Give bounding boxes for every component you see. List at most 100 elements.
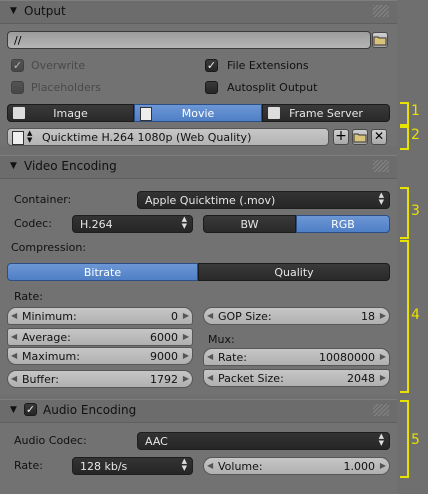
tab-quality[interactable]: Quality: [198, 263, 390, 281]
plus-icon[interactable]: +: [333, 129, 349, 145]
preset-value: Quicktime H.264 1080p (Web Quality): [42, 131, 252, 144]
codec-label: Codec:: [14, 217, 52, 230]
audio-rate-value: 128 kb/s: [80, 460, 128, 473]
file-extensions-label: File Extensions: [227, 59, 309, 72]
decrement-icon[interactable]: ◀: [11, 351, 17, 360]
maximum-label: Maximum:: [22, 350, 80, 363]
folder-icon[interactable]: [352, 129, 368, 145]
up-down-arrows-icon: ▲ ▼: [27, 129, 33, 144]
decrement-icon[interactable]: ◀: [11, 374, 17, 383]
annotation-bracket-2: [400, 126, 409, 150]
increment-icon[interactable]: ▶: [183, 374, 189, 383]
close-icon[interactable]: ✕: [371, 129, 387, 145]
preset-dropdown[interactable]: ▲ ▼ Quicktime H.264 1080p (Web Quality): [7, 128, 329, 146]
tab-quality-label: Quality: [274, 266, 314, 279]
tab-frame-server-label: Frame Server: [289, 107, 363, 120]
up-down-arrows-icon: ▲ ▼: [378, 432, 384, 447]
increment-icon[interactable]: ▶: [183, 351, 189, 360]
bw-button[interactable]: BW: [203, 215, 296, 233]
annotation-number-5: 5: [411, 432, 420, 448]
decrement-icon[interactable]: ◀: [207, 461, 213, 470]
autosplit-label: Autosplit Output: [227, 81, 318, 94]
codec-dropdown[interactable]: H.264 ▲ ▼: [72, 215, 193, 233]
triangle-down-icon: ▼: [10, 405, 17, 415]
increment-icon[interactable]: ▶: [380, 373, 386, 382]
panel-grip-icon[interactable]: [373, 160, 389, 172]
tab-image[interactable]: Image: [7, 104, 134, 122]
panel-grip-icon[interactable]: [373, 5, 389, 17]
up-down-arrows-icon: ▲ ▼: [378, 191, 384, 206]
compression-label: Compression:: [11, 241, 87, 254]
decrement-icon[interactable]: ◀: [207, 311, 213, 320]
minimum-field[interactable]: ◀ Minimum: 0 ▶: [7, 307, 193, 325]
output-panel-header[interactable]: ▼ Output: [0, 0, 397, 24]
increment-icon[interactable]: ▶: [380, 352, 386, 361]
audio-codec-value: AAC: [145, 435, 168, 448]
video-encoding-header[interactable]: ▼ Video Encoding: [0, 155, 397, 179]
decrement-icon[interactable]: ◀: [11, 311, 17, 320]
audio-rate-dropdown[interactable]: 128 kb/s ▲ ▼: [72, 457, 193, 475]
audio-rate-label: Rate:: [14, 459, 43, 472]
overwrite-checkbox[interactable]: ✓: [11, 59, 24, 72]
rgb-button[interactable]: RGB: [296, 215, 390, 233]
container-dropdown[interactable]: Apple Quicktime (.mov) ▲ ▼: [137, 191, 390, 209]
average-label: Average:: [22, 331, 71, 344]
maximum-value: 9000: [150, 350, 178, 363]
container-label: Container:: [14, 193, 72, 206]
packet-size-field[interactable]: ◀ Packet Size: 2048 ▶: [203, 369, 390, 387]
volume-value: 1.000: [343, 460, 376, 473]
output-path-value: //: [14, 34, 22, 47]
packet-size-value: 2048: [347, 372, 375, 385]
decrement-icon[interactable]: ◀: [207, 352, 213, 361]
annotation-number-3: 3: [411, 203, 420, 219]
buffer-label: Buffer:: [22, 373, 59, 386]
output-path-field[interactable]: //: [7, 31, 371, 49]
bw-label: BW: [240, 218, 259, 231]
buffer-field[interactable]: ◀ Buffer: 1792 ▶: [7, 370, 193, 388]
decrement-icon[interactable]: ◀: [11, 332, 17, 341]
mux-rate-value: 10080000: [319, 351, 375, 364]
triangle-down-icon: ▼: [10, 161, 17, 171]
audio-enable-checkbox[interactable]: ✓: [24, 403, 37, 416]
audio-codec-dropdown[interactable]: AAC ▲ ▼: [137, 432, 390, 450]
tab-bitrate-label: Bitrate: [83, 266, 122, 279]
tab-bitrate[interactable]: Bitrate: [7, 263, 198, 281]
maximum-field[interactable]: ◀ Maximum: 9000 ▶: [7, 347, 193, 365]
up-down-arrows-icon: ▲ ▼: [181, 457, 187, 472]
increment-icon[interactable]: ▶: [380, 461, 386, 470]
placeholders-checkbox[interactable]: [11, 81, 24, 94]
mux-label: Mux:: [208, 333, 235, 346]
increment-icon[interactable]: ▶: [380, 311, 386, 320]
volume-field[interactable]: ◀ Volume: 1.000 ▶: [203, 457, 390, 475]
container-value: Apple Quicktime (.mov): [145, 194, 276, 207]
tab-image-label: Image: [53, 107, 88, 120]
rate-label: Rate:: [14, 290, 43, 303]
annotation-bracket-3: [400, 187, 409, 239]
tab-movie[interactable]: Movie: [134, 104, 262, 122]
gop-size-value: 18: [361, 310, 375, 323]
annotation-bracket-4: [400, 240, 409, 393]
autosplit-checkbox[interactable]: [205, 81, 218, 94]
increment-icon[interactable]: ▶: [183, 311, 189, 320]
mux-rate-label: Rate:: [218, 351, 247, 364]
film-icon: [12, 131, 24, 145]
minimum-value: 0: [171, 310, 178, 323]
buffer-value: 1792: [150, 373, 178, 386]
tab-frame-server[interactable]: Frame Server: [262, 104, 390, 122]
mux-rate-field[interactable]: ◀ Rate: 10080000 ▶: [203, 348, 390, 366]
file-extensions-checkbox[interactable]: ✓: [205, 59, 218, 72]
gop-size-field[interactable]: ◀ GOP Size: 18 ▶: [203, 307, 390, 325]
volume-label: Volume:: [218, 460, 263, 473]
video-encoding-title: Video Encoding: [24, 159, 117, 173]
audio-codec-label: Audio Codec:: [14, 434, 87, 447]
decrement-icon[interactable]: ◀: [207, 373, 213, 382]
panel-grip-icon[interactable]: [373, 404, 389, 416]
folder-icon[interactable]: [372, 32, 388, 48]
increment-icon[interactable]: ▶: [183, 332, 189, 341]
placeholders-label: Placeholders: [31, 81, 102, 94]
triangle-down-icon: ▼: [10, 6, 17, 16]
average-field[interactable]: ◀ Average: 6000 ▶: [7, 328, 193, 346]
audio-encoding-panel: ▼ ✓ Audio Encoding Audio Codec: AAC ▲ ▼ R…: [0, 399, 397, 494]
audio-encoding-header[interactable]: ▼ ✓ Audio Encoding: [0, 399, 397, 423]
annotation-bracket-1: [400, 102, 409, 126]
